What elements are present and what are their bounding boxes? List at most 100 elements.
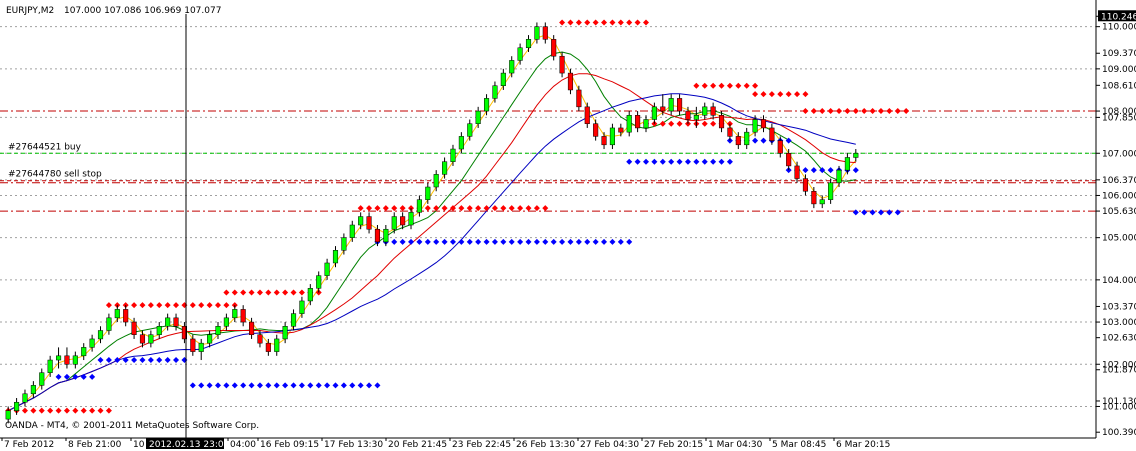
candle-bear <box>584 106 590 124</box>
candle-bull <box>819 199 825 205</box>
candle-bull <box>609 127 615 146</box>
candle-bull <box>492 85 498 99</box>
candle-bull <box>156 326 162 335</box>
candle-bear <box>567 72 574 91</box>
candle-bear <box>240 309 246 323</box>
candle-bull <box>282 326 288 340</box>
price-tick-label: 103.000 <box>1102 318 1136 328</box>
price-tick-label: 103.370 <box>1102 302 1136 312</box>
time-tick-label: 5 Mar 08:45 <box>772 440 826 450</box>
candle-bull <box>651 106 657 120</box>
candle-bull <box>332 250 339 264</box>
time-tick-label: 27 Feb 20:15 <box>644 440 703 450</box>
price-tick-label: 104.000 <box>1102 276 1136 286</box>
candle-bear <box>190 338 196 352</box>
candle-bull <box>467 123 473 137</box>
candle-bull <box>693 115 699 120</box>
candle-bear <box>400 216 406 226</box>
candle-bull <box>425 186 431 200</box>
candle-bear <box>249 321 255 335</box>
price-tick-label: 107.000 <box>1102 149 1136 159</box>
price-tick-label: 106.000 <box>1102 191 1136 201</box>
candle-bull <box>483 98 490 112</box>
price-tick-label: 110.000 <box>1102 23 1136 33</box>
time-axis: 7 Feb 2012 8 Feb 21:00 10 04:00 16 Feb 09:15… <box>1 438 890 450</box>
candle-bull <box>349 224 355 238</box>
candle-bull <box>358 216 364 226</box>
candle-bull <box>215 326 221 335</box>
candle-bear <box>601 136 607 146</box>
candle-bull <box>458 136 464 150</box>
candle-bull <box>307 288 313 302</box>
candle-bull <box>165 317 171 327</box>
candle-bear <box>794 165 800 179</box>
candle-bear <box>366 216 372 230</box>
candle-bull <box>450 148 456 162</box>
time-tick-label: 10 <box>133 440 145 450</box>
candle-bull <box>299 300 305 314</box>
candle-bull <box>232 309 238 319</box>
candle-bull <box>89 338 95 348</box>
candle-bull <box>744 131 750 146</box>
candle-bear <box>685 110 691 120</box>
candle-bear <box>710 106 716 116</box>
candle-bull <box>316 275 322 289</box>
candle-bull <box>207 334 213 344</box>
candle-bull <box>844 157 850 171</box>
candle-bear <box>635 115 641 129</box>
candle-bear <box>786 153 792 167</box>
candle-bull <box>14 401 20 411</box>
candle-bull <box>534 26 540 40</box>
candle-bull <box>22 393 28 403</box>
candle-bear <box>777 140 783 154</box>
candle-bear <box>576 89 582 108</box>
candle-bear <box>139 334 146 344</box>
candle-bull <box>114 309 120 319</box>
candle-bull <box>391 216 397 230</box>
price-tick-label: 109.000 <box>1102 65 1136 75</box>
price-tick-label: 109.370 <box>1102 49 1136 59</box>
price-chart[interactable]: #27644521 buy #27644780 sell stop 110.246… <box>0 0 1136 451</box>
price-tick-label: 100.390 <box>1102 428 1136 438</box>
candle-bull <box>383 228 389 243</box>
candle-bear <box>559 55 565 74</box>
time-tick-label: 16 Feb 09:15 <box>260 440 319 450</box>
candle-bear <box>727 127 733 137</box>
candle-bear <box>551 39 557 57</box>
time-tick-label: 17 Feb 13:30 <box>324 440 383 450</box>
candle-bull <box>5 410 11 420</box>
candle-bear <box>735 136 741 146</box>
order-label: #27644780 sell stop <box>8 170 102 180</box>
crosshair-time-label: 2012.02.13 23:00 <box>149 440 230 450</box>
price-tick-label: 101.000 <box>1102 402 1136 412</box>
candle-bull <box>324 262 330 276</box>
candle-bear <box>374 228 381 243</box>
candle-bear <box>760 119 767 129</box>
price-tick-label: 108.610 <box>1102 81 1136 91</box>
candle-bear <box>131 321 137 335</box>
candle-bull <box>828 182 834 200</box>
time-tick-label: 27 Feb 04:30 <box>580 440 639 450</box>
time-tick-label: 26 Feb 13:30 <box>516 440 575 450</box>
price-tick-label: 106.370 <box>1102 176 1136 186</box>
candle-bull <box>442 161 448 175</box>
candle-bull <box>702 106 708 116</box>
candle-bull <box>517 47 523 61</box>
time-tick-label: 6 Mar 20:15 <box>836 440 890 450</box>
time-tick-label: 04:00 <box>230 440 256 450</box>
current-price-label: 110.246 <box>1101 12 1136 22</box>
candle-bull <box>408 212 414 226</box>
copyright-text: OANDA - MT4, © 2001-2011 MetaQuotes Soft… <box>5 421 259 431</box>
candle-bull <box>81 347 87 357</box>
time-tick-label: 23 Feb 22:45 <box>452 440 511 450</box>
candle-bull <box>836 169 842 184</box>
ohlc-readout: 107.000 107.086 106.969 107.077 <box>64 6 221 16</box>
candle-bear <box>173 317 179 327</box>
candle-bull <box>626 115 632 133</box>
price-tick-label: 107.850 <box>1102 113 1136 123</box>
candle-bull <box>47 359 53 373</box>
candle-bear <box>64 355 70 365</box>
candle-bull <box>416 199 422 213</box>
chart-window: #27644521 buy #27644780 sell stop 110.246… <box>0 0 1136 451</box>
candle-bear <box>677 98 683 112</box>
